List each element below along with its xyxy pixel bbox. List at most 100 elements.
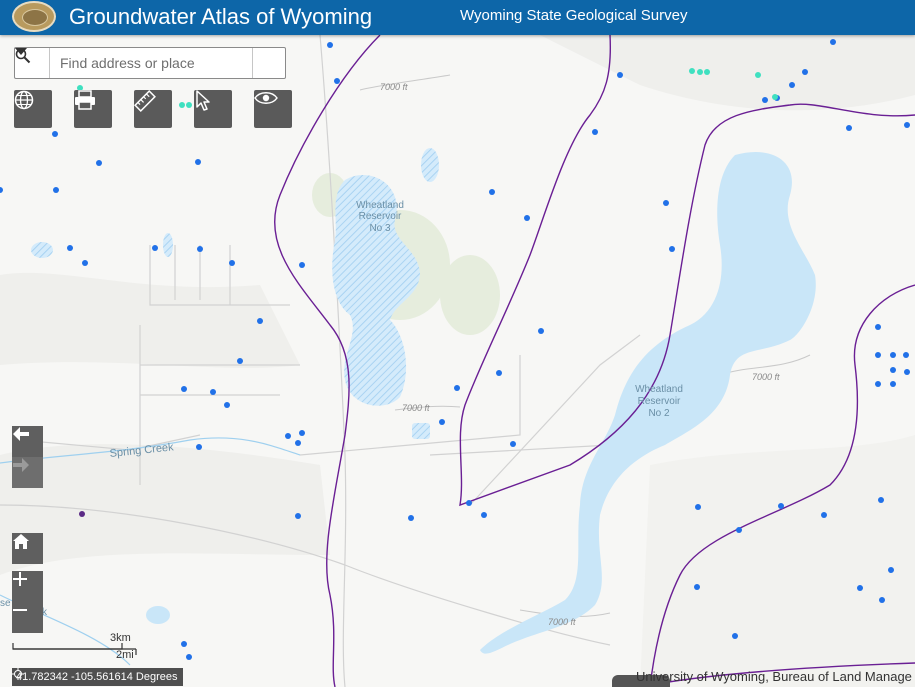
measure-button[interactable] — [134, 90, 172, 128]
basemap: 7000 ft 7000 ft 7000 ft 7000 ft Wheatlan… — [0, 35, 915, 687]
well-point[interactable] — [846, 125, 852, 131]
arrow-right-icon — [13, 458, 29, 472]
well-point[interactable] — [789, 82, 795, 88]
contour-label: 7000 ft — [548, 617, 576, 627]
well-point[interactable] — [762, 97, 768, 103]
well-point[interactable] — [454, 385, 460, 391]
well-point[interactable] — [736, 527, 742, 533]
scale-bar: 3km 2mi — [12, 630, 142, 662]
well-point[interactable] — [875, 381, 881, 387]
well-point[interactable] — [890, 381, 896, 387]
basemap-gallery-button[interactable] — [14, 90, 52, 128]
well-point[interactable] — [489, 189, 495, 195]
plus-icon — [13, 572, 27, 586]
well-point[interactable] — [327, 42, 333, 48]
well-point[interactable] — [903, 352, 909, 358]
creek-partial-label: se — [0, 598, 11, 609]
well-point[interactable] — [96, 160, 102, 166]
well-point[interactable] — [496, 370, 502, 376]
zoom-out-button[interactable] — [12, 602, 43, 633]
app-title: Groundwater Atlas of Wyoming — [69, 4, 373, 29]
spring-point[interactable] — [689, 68, 695, 74]
well-point[interactable] — [904, 122, 910, 128]
well-point[interactable] — [181, 641, 187, 647]
well-point[interactable] — [878, 497, 884, 503]
well-point[interactable] — [82, 260, 88, 266]
well-point[interactable] — [299, 262, 305, 268]
well-point[interactable] — [181, 386, 187, 392]
well-point[interactable] — [408, 515, 414, 521]
well-point[interactable] — [229, 260, 235, 266]
well-point[interactable] — [875, 324, 881, 330]
pointer-icon — [196, 90, 210, 111]
search-input[interactable] — [50, 48, 252, 78]
well-point[interactable] — [694, 584, 700, 590]
well-point[interactable] — [524, 215, 530, 221]
home-button[interactable] — [12, 533, 43, 564]
minus-icon — [13, 609, 27, 611]
zoom-in-button[interactable] — [12, 571, 43, 602]
print-button[interactable] — [74, 90, 112, 128]
layer-visibility-button[interactable] — [254, 90, 292, 128]
well-point[interactable] — [295, 440, 301, 446]
well-point[interactable] — [237, 358, 243, 364]
well-point[interactable] — [663, 200, 669, 206]
well-point[interactable] — [439, 419, 445, 425]
home-icon — [13, 534, 29, 549]
contour-label: 7000 ft — [380, 82, 408, 92]
next-extent-button[interactable] — [12, 457, 43, 488]
well-point[interactable] — [257, 318, 263, 324]
well-point[interactable] — [890, 367, 896, 373]
well-point[interactable] — [617, 72, 623, 78]
well-point[interactable] — [52, 131, 58, 137]
well-point[interactable] — [695, 504, 701, 510]
well-point[interactable] — [888, 567, 894, 573]
select-button[interactable] — [194, 90, 232, 128]
well-point[interactable] — [224, 402, 230, 408]
well-point[interactable] — [481, 512, 487, 518]
well-point[interactable] — [210, 389, 216, 395]
well-point[interactable] — [778, 503, 784, 509]
spring-point[interactable] — [179, 102, 185, 108]
well-point[interactable] — [890, 352, 896, 358]
eye-icon — [254, 92, 278, 104]
spring-point[interactable] — [186, 102, 192, 108]
well-point[interactable] — [0, 187, 3, 193]
spring-point[interactable] — [704, 69, 710, 75]
well-point[interactable] — [875, 352, 881, 358]
well-point[interactable] — [67, 245, 73, 251]
well-point[interactable] — [53, 187, 59, 193]
special-point[interactable] — [79, 511, 85, 517]
well-point[interactable] — [904, 369, 910, 375]
well-point[interactable] — [466, 500, 472, 506]
well-point[interactable] — [830, 39, 836, 45]
well-point[interactable] — [857, 585, 863, 591]
well-point[interactable] — [510, 441, 516, 447]
coordinate-display[interactable]: 41.782342 -105.561614 Degrees — [12, 668, 184, 686]
well-point[interactable] — [195, 159, 201, 165]
printer-icon — [75, 90, 95, 110]
well-point[interactable] — [592, 129, 598, 135]
well-point[interactable] — [334, 78, 340, 84]
reservoir-3-label-line1: Wheatland — [356, 200, 404, 211]
well-point[interactable] — [299, 430, 305, 436]
well-point[interactable] — [197, 246, 203, 252]
well-point[interactable] — [295, 513, 301, 519]
spring-point[interactable] — [755, 72, 761, 78]
well-point[interactable] — [538, 328, 544, 334]
well-point[interactable] — [732, 633, 738, 639]
search-button[interactable] — [15, 48, 285, 78]
spring-point[interactable] — [772, 94, 778, 100]
map-view[interactable]: 7000 ft 7000 ft 7000 ft 7000 ft Wheatlan… — [0, 35, 915, 687]
well-point[interactable] — [196, 444, 202, 450]
well-point[interactable] — [879, 597, 885, 603]
previous-extent-button[interactable] — [12, 426, 43, 457]
well-point[interactable] — [152, 245, 158, 251]
reservoir-3-label-line3: No 3 — [369, 223, 391, 234]
spring-point[interactable] — [697, 69, 703, 75]
well-point[interactable] — [285, 433, 291, 439]
well-point[interactable] — [186, 654, 192, 660]
well-point[interactable] — [821, 512, 827, 518]
well-point[interactable] — [802, 69, 808, 75]
well-point[interactable] — [669, 246, 675, 252]
